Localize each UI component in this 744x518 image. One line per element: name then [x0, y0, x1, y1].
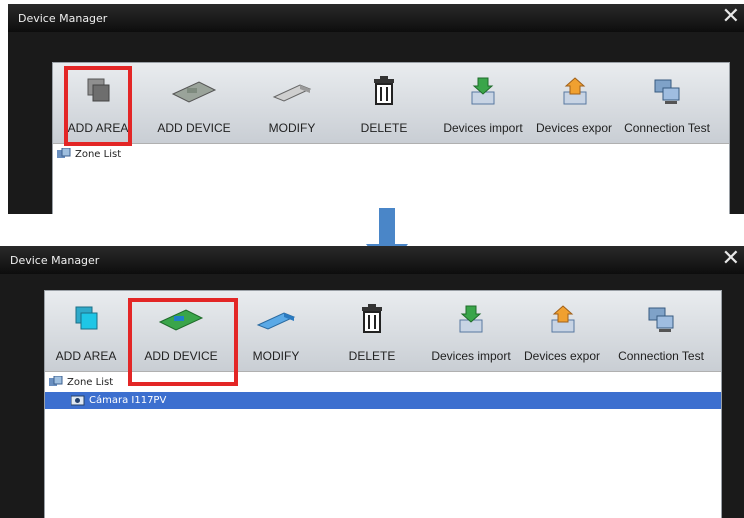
highlight-add-area [64, 66, 132, 146]
add-area-button[interactable]: ADD AREA [51, 295, 121, 369]
camera-icon [71, 395, 85, 406]
zone-tree: Zone List Cámara I117PV [45, 371, 721, 518]
add-device-button[interactable]: ADD DEVICE [149, 67, 239, 141]
title-bar: Device Manager ✕ [8, 4, 744, 32]
connection-test-button[interactable]: Connection Test [607, 295, 715, 369]
devices-import-icon [459, 305, 483, 333]
devices-export-label: Devices expor [523, 349, 601, 363]
zone-list-node[interactable]: Zone List [49, 376, 113, 388]
devices-import-label: Devices import [443, 121, 523, 135]
modify-button[interactable]: MODIFY [241, 295, 311, 369]
devices-import-button[interactable]: Devices import [425, 295, 517, 369]
delete-icon [362, 304, 382, 333]
devices-export-icon [563, 77, 587, 105]
modify-icon [256, 312, 296, 330]
modify-icon [272, 84, 312, 102]
modify-button[interactable]: MODIFY [257, 67, 327, 141]
toolbar: ADD AREA ADD DEVICE MODIFY DELETE Device… [53, 63, 729, 143]
connection-test-icon [654, 79, 680, 104]
delete-label: DELETE [360, 121, 408, 135]
zone-list-label: Zone List [67, 376, 114, 388]
zone-list-node[interactable]: Zone List [57, 148, 121, 160]
connection-test-button[interactable]: Connection Test [619, 67, 715, 141]
window-title: Device Manager [10, 254, 100, 267]
device-manager-window-before: Device Manager ✕ ADD AREA ADD DEVICE MOD… [8, 4, 744, 214]
devices-export-label: Devices expor [535, 121, 613, 135]
devices-export-button[interactable]: Devices expor [529, 67, 621, 141]
window-title: Device Manager [18, 12, 108, 25]
close-icon[interactable]: ✕ [722, 248, 740, 270]
add-device-icon [171, 81, 217, 103]
connection-test-label: Connection Test [618, 349, 704, 363]
devices-export-icon [551, 305, 575, 333]
delete-icon [374, 76, 394, 105]
delete-button[interactable]: DELETE [337, 295, 407, 369]
modify-label: MODIFY [268, 121, 316, 135]
zone-list-icon [57, 148, 71, 158]
connection-test-label: Connection Test [624, 121, 710, 135]
devices-import-icon [471, 77, 495, 105]
modify-label: MODIFY [252, 349, 300, 363]
zone-tree: Zone List [53, 143, 729, 214]
device-row-selected[interactable]: Cámara I117PV [45, 392, 721, 409]
add-area-icon [75, 306, 98, 330]
devices-export-button[interactable]: Devices expor [517, 295, 609, 369]
delete-button[interactable]: DELETE [349, 67, 419, 141]
close-icon[interactable]: ✕ [722, 6, 740, 28]
zone-list-icon [49, 376, 63, 386]
device-label: Cámara I117PV [89, 395, 167, 406]
highlight-add-device [128, 298, 238, 386]
devices-import-button[interactable]: Devices import [437, 67, 529, 141]
add-area-label: ADD AREA [55, 349, 117, 363]
connection-test-icon [648, 307, 674, 332]
delete-label: DELETE [348, 349, 396, 363]
device-manager-panel: ADD AREA ADD DEVICE MODIFY DELETE Device… [52, 62, 730, 214]
devices-import-label: Devices import [431, 349, 511, 363]
zone-list-label: Zone List [75, 148, 122, 160]
device-manager-window-after: Device Manager ✕ ADD AREA ADD DEVICE MOD… [0, 246, 744, 518]
title-bar: Device Manager ✕ [0, 246, 744, 274]
add-device-label: ADD DEVICE [157, 121, 231, 135]
